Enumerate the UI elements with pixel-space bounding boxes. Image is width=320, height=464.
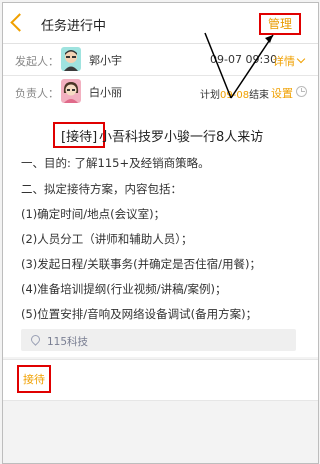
annotation-line [230, 34, 274, 99]
annotation-arrow [204, 32, 274, 99]
task-detail-screen: 任务进行中 管理 发起人： 郭小宇 09-07 09:30 详情 负责人： 白小… [2, 2, 319, 464]
arrowhead [265, 35, 273, 43]
annotation-line [204, 32, 232, 99]
